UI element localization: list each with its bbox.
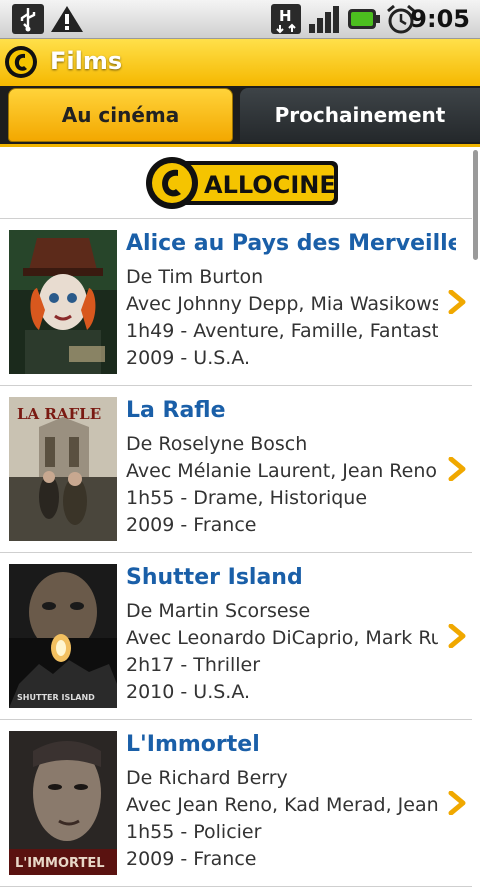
clock: 9:05 xyxy=(410,5,470,33)
movie-info: 1h55 - Drame, Historique xyxy=(126,487,368,509)
allocine-logo-icon xyxy=(5,46,37,78)
poster-image: SHUTTER ISLAND xyxy=(9,564,117,708)
list-item[interactable]: LA RAFLE La Rafle De Roselyne Bosch Avec… xyxy=(0,386,472,553)
list-item[interactable]: L'IMMORTEL L'Immortel De Richard Berry A… xyxy=(0,720,472,887)
usb-icon xyxy=(12,4,44,34)
movie-title[interactable]: La Rafle xyxy=(126,398,456,423)
chevron-right-icon[interactable] xyxy=(447,624,469,648)
svg-text:H: H xyxy=(279,7,292,25)
poster-image: LA RAFLE xyxy=(9,397,117,541)
movie-cast: Avec Mélanie Laurent, Jean Reno, G xyxy=(126,460,438,482)
movie-list: Alice au Pays des Merveilles De Tim Burt… xyxy=(0,219,472,887)
battery-icon xyxy=(348,9,380,29)
scrollbar[interactable] xyxy=(473,150,478,260)
movie-year-country: 2009 - U.S.A. xyxy=(126,347,251,369)
movie-title[interactable]: Alice au Pays des Merveilles xyxy=(126,231,456,256)
movie-title[interactable]: Shutter Island xyxy=(126,565,456,590)
movie-cast: Avec Johnny Depp, Mia Wasikowska xyxy=(126,293,438,315)
app-title-bar: Films xyxy=(0,39,480,87)
movie-year-country: 2009 - France xyxy=(126,514,257,536)
allocine-banner-logo: ALLOCINE xyxy=(146,157,338,209)
tab-bar: Au cinéma Prochainement xyxy=(0,86,480,145)
hspa-icon: H xyxy=(271,4,301,34)
poster-caption: L'IMMORTEL xyxy=(15,856,104,871)
movie-title[interactable]: L'Immortel xyxy=(126,732,456,757)
movie-year-country: 2010 - U.S.A. xyxy=(126,681,251,703)
movie-info: 1h49 - Aventure, Famille, Fantastique xyxy=(126,320,438,342)
chevron-right-icon[interactable] xyxy=(447,290,469,314)
movie-info: 2h17 - Thriller xyxy=(126,654,261,676)
movie-director: De Richard Berry xyxy=(126,767,288,789)
chevron-right-icon[interactable] xyxy=(447,457,469,481)
poster-caption: SHUTTER ISLAND xyxy=(17,693,95,702)
list-item[interactable]: Alice au Pays des Merveilles De Tim Burt… xyxy=(0,219,472,386)
movie-director: De Roselyne Bosch xyxy=(126,433,308,455)
warning-icon xyxy=(51,6,83,32)
movie-director: De Tim Burton xyxy=(126,266,264,288)
poster-image: L'IMMORTEL xyxy=(9,731,117,875)
movie-director: De Martin Scorsese xyxy=(126,600,311,622)
allocine-banner[interactable]: ALLOCINE xyxy=(0,147,472,219)
tab-prochainement[interactable]: Prochainement xyxy=(240,88,480,142)
movie-info: 1h55 - Policier xyxy=(126,821,262,843)
status-bar: H 9:05 xyxy=(0,0,480,39)
banner-logo-text: ALLOCINE xyxy=(204,171,336,199)
chevron-right-icon[interactable] xyxy=(447,791,469,815)
tab-au-cinema[interactable]: Au cinéma xyxy=(8,88,233,142)
movie-year-country: 2009 - France xyxy=(126,848,257,870)
signal-icon xyxy=(309,6,339,33)
movie-cast: Avec Jean Reno, Kad Merad, Jean-P xyxy=(126,794,438,816)
list-item[interactable]: SHUTTER ISLAND Shutter Island De Martin … xyxy=(0,553,472,720)
movie-cast: Avec Leonardo DiCaprio, Mark Ruffalo xyxy=(126,627,438,649)
poster-image xyxy=(9,230,117,374)
page-title: Films xyxy=(50,47,123,75)
